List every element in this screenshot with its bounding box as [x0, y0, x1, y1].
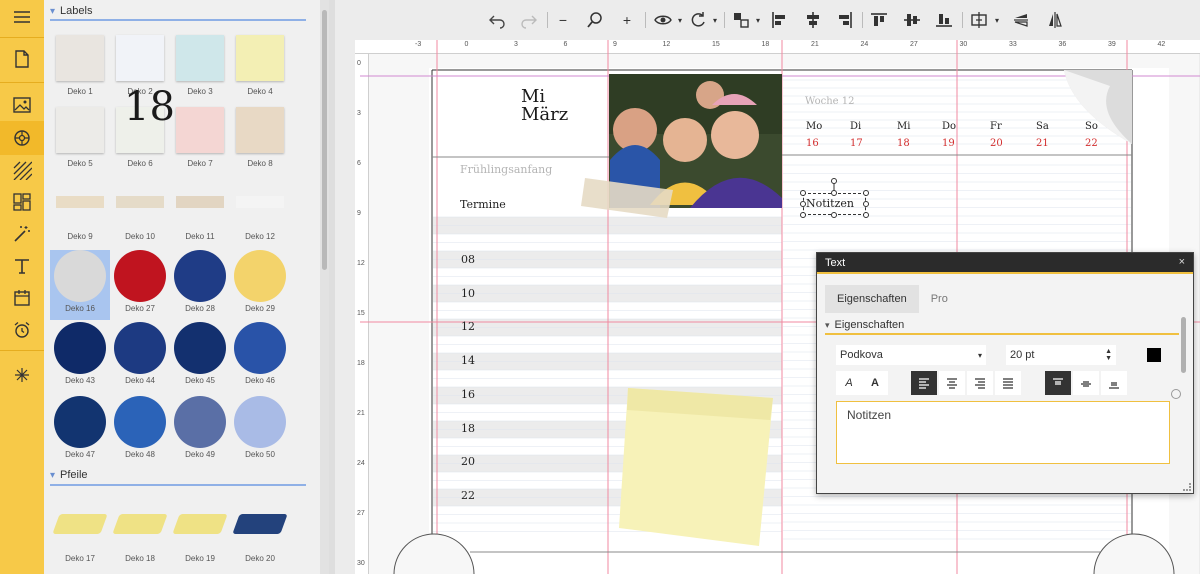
- help-icon[interactable]: [1171, 389, 1181, 399]
- weekday-label: Mo: [806, 121, 823, 132]
- week-date[interactable]: 20: [990, 138, 1003, 149]
- resize-handle[interactable]: [800, 190, 806, 196]
- hour-label: 16: [461, 387, 475, 401]
- sticky-note-sticker[interactable]: [619, 388, 773, 546]
- hour-label: 20: [461, 455, 475, 469]
- resize-handle[interactable]: [831, 212, 837, 218]
- resize-handle[interactable]: [800, 212, 806, 218]
- weekday-label: Do: [942, 121, 957, 132]
- align-center-icon[interactable]: [939, 371, 965, 395]
- align-left-icon[interactable]: [911, 371, 937, 395]
- hour-label: 10: [461, 286, 475, 300]
- text-color-swatch[interactable]: [1147, 348, 1161, 362]
- align-justify-icon[interactable]: [995, 371, 1021, 395]
- stepper-arrows-icon[interactable]: ▲ ▼: [1105, 348, 1112, 362]
- close-icon[interactable]: ×: [1179, 256, 1185, 268]
- valign-top-icon[interactable]: [1045, 371, 1071, 395]
- rotate-handle[interactable]: [831, 178, 837, 184]
- week-date[interactable]: 22: [1085, 138, 1098, 149]
- chevron-down-icon: ▾: [825, 319, 830, 330]
- day-weekday-month[interactable]: Mi März: [521, 88, 568, 124]
- italic-button[interactable]: A: [836, 371, 862, 395]
- align-right-icon[interactable]: [967, 371, 993, 395]
- weekday-label: Sa: [1036, 121, 1049, 132]
- tab-properties[interactable]: Eigenschaften: [825, 285, 919, 313]
- chevron-down-icon: ▾: [977, 350, 982, 360]
- hour-label: 18: [461, 421, 475, 435]
- weekday-label: So: [1085, 121, 1098, 132]
- panel-scrollbar[interactable]: [1181, 317, 1186, 373]
- week-date[interactable]: 18: [897, 138, 910, 149]
- font-size-stepper[interactable]: 20 pt ▲ ▼: [1006, 345, 1116, 365]
- hour-label: 22: [461, 488, 475, 502]
- week-date[interactable]: 16: [806, 138, 819, 149]
- bold-button[interactable]: A: [862, 371, 888, 395]
- resize-handle[interactable]: [831, 190, 837, 196]
- hour-label: 08: [461, 253, 475, 266]
- text-content-field[interactable]: Notitzen: [836, 401, 1170, 464]
- day-number[interactable]: 18: [124, 84, 175, 130]
- resize-handle[interactable]: [800, 201, 806, 207]
- hour-label: 12: [461, 320, 475, 334]
- weekday-label: Di: [850, 121, 862, 132]
- resize-grip-icon[interactable]: [1183, 483, 1191, 491]
- tab-pro[interactable]: Pro: [919, 285, 960, 313]
- event-label[interactable]: Frühlingsanfang: [460, 163, 552, 176]
- weekday-label: Fr: [990, 121, 1002, 132]
- valign-middle-icon[interactable]: [1073, 371, 1099, 395]
- resize-handle[interactable]: [863, 212, 869, 218]
- section-header-properties[interactable]: ▾ Eigenschaften: [825, 317, 1179, 335]
- week-date[interactable]: 17: [850, 138, 863, 149]
- week-date[interactable]: 21: [1036, 138, 1049, 149]
- hour-label: 14: [461, 354, 475, 368]
- weekday-label: Mi: [897, 121, 911, 132]
- resize-handle[interactable]: [863, 201, 869, 207]
- resize-handle[interactable]: [863, 190, 869, 196]
- panel-titlebar[interactable]: Text ×: [817, 253, 1193, 274]
- week-label[interactable]: Woche 12: [805, 96, 854, 107]
- font-family-select[interactable]: Podkova ▾: [836, 345, 986, 365]
- week-date[interactable]: 19: [942, 138, 955, 149]
- text-properties-panel: Text × Eigenschaften Pro ▾ Eigenschaften…: [816, 252, 1194, 494]
- termine-label[interactable]: Termine: [460, 198, 506, 211]
- valign-bottom-icon[interactable]: [1101, 371, 1127, 395]
